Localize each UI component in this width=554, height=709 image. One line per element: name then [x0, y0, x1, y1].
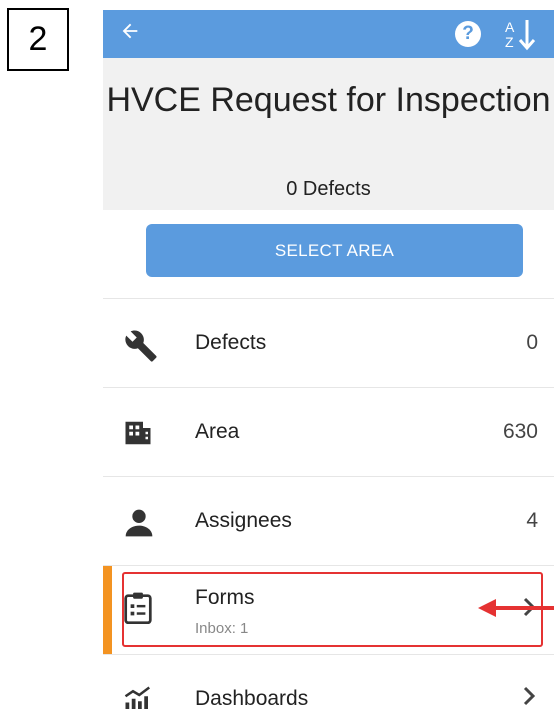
sort-alpha-icon[interactable]: A Z [495, 16, 551, 52]
list-item-label: Dashboards [195, 687, 309, 709]
building-icon [123, 418, 155, 450]
list-item-label: Area [195, 420, 240, 443]
step-number-box: 2 [7, 8, 69, 71]
sort-z-letter: Z [505, 34, 514, 50]
list-item-label: Assignees [195, 509, 292, 532]
chevron-right-icon [522, 685, 536, 709]
chart-icon [123, 685, 155, 709]
select-area-button[interactable]: SELECT AREA [146, 224, 523, 277]
arrow-left-icon[interactable] [119, 20, 147, 48]
annotation-arrow [478, 599, 554, 617]
list-item-label: Defects [195, 331, 267, 354]
report-header: HVCE Request for Inspection 0 Defects [103, 58, 554, 210]
sort-a-letter: A [505, 19, 515, 35]
list-item-value: 630 [502, 420, 538, 443]
wrench-icon [123, 329, 157, 362]
list-item-value: 0 [526, 331, 538, 354]
list-item-value: 4 [526, 509, 538, 532]
select-area-section: SELECT AREA [103, 210, 554, 299]
app-bar: ? A Z [103, 10, 554, 58]
person-icon [123, 507, 155, 539]
list-item-area[interactable]: Area 630 [103, 388, 554, 477]
step-number: 2 [28, 20, 48, 58]
list-item-forms[interactable]: Forms Inbox: 1 [103, 566, 554, 655]
defects-count: 0 Defects [286, 178, 371, 200]
list-item-dashboards[interactable]: Dashboards [103, 655, 554, 709]
page-title: HVCE Request for Inspection [106, 81, 551, 119]
app-screen: ? A Z HVCE Request for Inspection 0 Defe… [103, 10, 554, 709]
list-item-defects[interactable]: Defects 0 [103, 299, 554, 388]
help-circle-icon[interactable]: ? [455, 21, 481, 47]
list-item-assignees[interactable]: Assignees 4 [103, 477, 554, 566]
forms-accent-bar [103, 566, 112, 654]
